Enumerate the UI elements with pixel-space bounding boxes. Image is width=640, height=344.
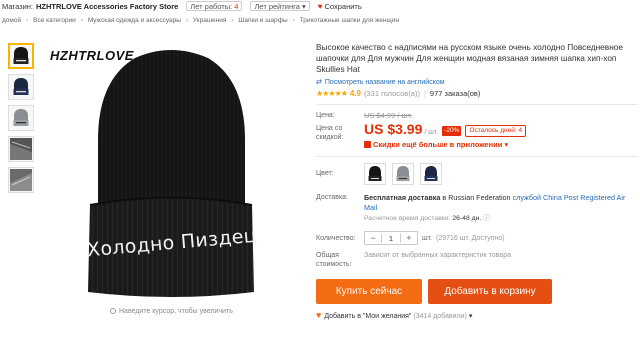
breadcrumb-item[interactable]: домой: [2, 17, 21, 24]
quantity-input[interactable]: 1: [381, 233, 401, 243]
breadcrumb-item[interactable]: Украшения: [193, 17, 226, 24]
quantity-decrease-button[interactable]: −: [365, 233, 381, 243]
store-name-link[interactable]: HZHTRLOVE Accessories Factory Store: [36, 2, 178, 11]
breadcrumb-item[interactable]: Все категории: [33, 17, 76, 24]
current-price: US $3.99: [364, 121, 423, 137]
price-unit: / шт.: [424, 129, 439, 136]
quantity-available: (29716 шт. Доступно): [436, 234, 505, 242]
color-swatch-gray[interactable]: [392, 163, 414, 185]
wishlist-link[interactable]: ♥ Добавить в "Мои желания" (3414 добавили…: [316, 310, 638, 320]
rating-value: 4.9: [349, 89, 361, 98]
divider: [316, 156, 638, 157]
phone-icon: [364, 141, 371, 148]
info-icon[interactable]: ⓘ: [483, 215, 490, 222]
thumbnail-navy-hat[interactable]: [8, 74, 34, 100]
color-swatch-black[interactable]: [364, 163, 386, 185]
beanie-image: [88, 50, 254, 297]
quantity-increase-button[interactable]: +: [401, 233, 417, 243]
zoom-hint: Наведите курсор, чтобы увеличить: [110, 308, 233, 315]
quantity-row: Количество: − 1 + шт. (29716 шт. Доступн…: [316, 231, 638, 245]
add-to-cart-button[interactable]: Добавить в корзину: [428, 279, 552, 304]
color-label: Цвет:: [316, 170, 334, 177]
color-swatch-navy[interactable]: [420, 163, 442, 185]
product-info: Высокое качество с надписями на русском …: [316, 42, 638, 320]
store-header: Магазин: HZHTRLOVE Accessories Factory S…: [0, 0, 640, 12]
quantity-label: Количество:: [316, 234, 356, 242]
thumbnail-detail-2[interactable]: [8, 167, 34, 193]
store-rating-dropdown[interactable]: Лет рейтинга ▾: [250, 1, 310, 11]
thumbnail-list: [8, 43, 38, 198]
discount-badge: -20%: [442, 126, 462, 136]
total-row: Общая стоимость: Зависит от выбранных ха…: [316, 251, 638, 269]
orders-count: 977 заказа(ов): [429, 89, 481, 98]
total-label: Общая стоимость:: [316, 252, 352, 268]
divider: [316, 104, 638, 105]
thumbnail-detail-1[interactable]: [8, 136, 34, 162]
breadcrumb-item[interactable]: Трикотажные шапки для женщин: [300, 17, 399, 24]
discount-price-label: Цена со скидкой:: [316, 125, 344, 141]
thumbnail-black-hat[interactable]: [8, 43, 34, 69]
rating-votes-link[interactable]: (331 голосов(а)): [364, 89, 420, 98]
app-deal-link[interactable]: Скидки ещё больше в приложении ▾: [364, 140, 638, 150]
shop-prefix: Магазин:: [2, 1, 34, 11]
translate-icon: ⇄: [316, 79, 322, 86]
wishlist-count: (3414 добавили): [413, 313, 467, 320]
buy-now-button[interactable]: Купить сейчас: [316, 279, 422, 304]
breadcrumb-item[interactable]: Шапки и шарфы: [238, 17, 287, 24]
thumbnail-gray-hat[interactable]: [8, 105, 34, 131]
total-value: Зависит от выбранных характеристик товар…: [364, 252, 511, 259]
action-buttons: Купить сейчас Добавить в корзину: [316, 279, 638, 304]
discount-price-row: Цена со скидкой: US $3.99/ шт. -20% Остало…: [316, 121, 638, 150]
magnifier-icon: [110, 308, 116, 314]
years-badge: Лет работы: 4: [186, 1, 243, 11]
quantity-stepper: − 1 +: [364, 231, 418, 245]
product-title: Высокое качество с надписями на русском …: [316, 42, 624, 74]
shipping-label: Доставка:: [316, 194, 349, 201]
star-rating-icon: ★★★★★: [316, 89, 348, 98]
days-left-badge: Осталось дней: 4: [465, 125, 527, 137]
translate-link[interactable]: ⇄ Посмотреть название на английском: [316, 78, 638, 86]
rating-row: ★★★★★ 4.9 (331 голосов(а)) | 977 заказа(…: [316, 89, 481, 98]
price-label: Цена:: [316, 112, 335, 119]
old-price: US $4.99 / шт.: [364, 111, 413, 120]
shipping-row: Доставка: Бесплатная доставка в Russian …: [316, 193, 638, 224]
heart-icon[interactable]: ♥: [318, 2, 323, 11]
save-store-button[interactable]: Сохранить: [324, 2, 361, 11]
shipping-info: Бесплатная доставка в Russian Federation…: [364, 193, 626, 212]
main-product-image[interactable]: HZHTRLOVE Холодно Пиздец: [40, 40, 302, 302]
quantity-unit: шт.: [422, 234, 432, 242]
shipping-time: Расчетное время доставки: 26-48 дн. ⓘ: [364, 215, 490, 222]
breadcrumb-item[interactable]: Мужская одежда и аксессуары: [88, 17, 181, 24]
breadcrumb: домой › Все категории › Мужская одежда и а…: [2, 17, 400, 24]
color-row: Цвет:: [316, 163, 638, 185]
heart-icon: ♥: [316, 310, 322, 320]
